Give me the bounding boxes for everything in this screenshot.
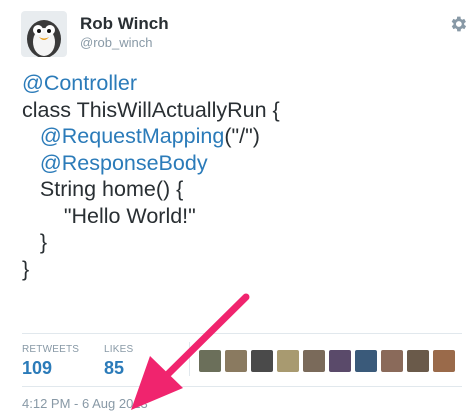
avatar[interactable]	[21, 11, 67, 57]
liker-avatar[interactable]	[433, 350, 455, 372]
tweet-line: }	[22, 256, 462, 283]
tweet-text: @Controller class ThisWillActuallyRun { @…	[22, 70, 462, 282]
tweet-line-indent	[22, 151, 40, 175]
tweet-timestamp[interactable]: 4:12 PM - 6 Aug 2013	[22, 396, 148, 411]
tweet-line-link[interactable]: @RequestMapping	[40, 124, 224, 148]
likes-stat[interactable]: LIKES 85	[104, 344, 133, 379]
tweet-line-indent	[22, 124, 40, 148]
tweet-line: @RequestMapping("/")	[22, 123, 462, 150]
tweet-line-text: String home() {	[39, 177, 184, 201]
stats-separator	[189, 342, 190, 376]
penguin-avatar-icon	[21, 11, 67, 57]
liker-avatar[interactable]	[199, 350, 221, 372]
tweet-line-text: ("/")	[224, 124, 260, 148]
liker-avatar[interactable]	[381, 350, 403, 372]
author-name[interactable]: Rob Winch	[80, 14, 169, 34]
tweet-line: @Controller	[22, 70, 462, 97]
tweet-line-text: class ThisWillActuallyRun {	[22, 97, 280, 122]
liker-avatar[interactable]	[277, 350, 299, 372]
tweet-line: class ThisWillActuallyRun {	[22, 97, 462, 124]
liker-avatar[interactable]	[329, 350, 351, 372]
retweets-stat[interactable]: RETWEETS 109	[22, 344, 79, 379]
tweet-line: }	[22, 229, 462, 256]
tweet-line-indent	[22, 230, 40, 254]
retweets-label: RETWEETS	[22, 344, 80, 355]
tweet-line: @ResponseBody	[22, 150, 462, 177]
likes-label: LIKES	[104, 344, 134, 355]
tweet-line-text: "Hello World!"	[63, 203, 196, 228]
tweet-line: String home() {	[22, 176, 462, 203]
liker-avatar[interactable]	[225, 350, 247, 372]
tweet-line-link[interactable]: @ResponseBody	[40, 151, 208, 175]
likes-count: 85	[104, 358, 125, 378]
tweet-line-text: }	[39, 230, 48, 254]
liker-avatar[interactable]	[251, 350, 273, 372]
tweet-line-indent	[22, 204, 64, 228]
retweets-count: 109	[22, 358, 53, 378]
liker-avatar[interactable]	[355, 350, 377, 372]
liker-avatar[interactable]	[303, 350, 325, 372]
liker-avatar[interactable]	[407, 350, 429, 372]
tweet-line-indent	[22, 177, 40, 201]
divider	[22, 386, 462, 387]
tweet-line-link[interactable]: @Controller	[22, 71, 137, 95]
gear-icon[interactable]	[448, 14, 468, 34]
author-handle[interactable]: @rob_winch	[80, 35, 152, 50]
divider	[22, 333, 462, 334]
liker-avatars	[199, 350, 455, 372]
tweet-line-text: }	[22, 256, 30, 281]
tweet-line: "Hello World!"	[22, 203, 462, 230]
